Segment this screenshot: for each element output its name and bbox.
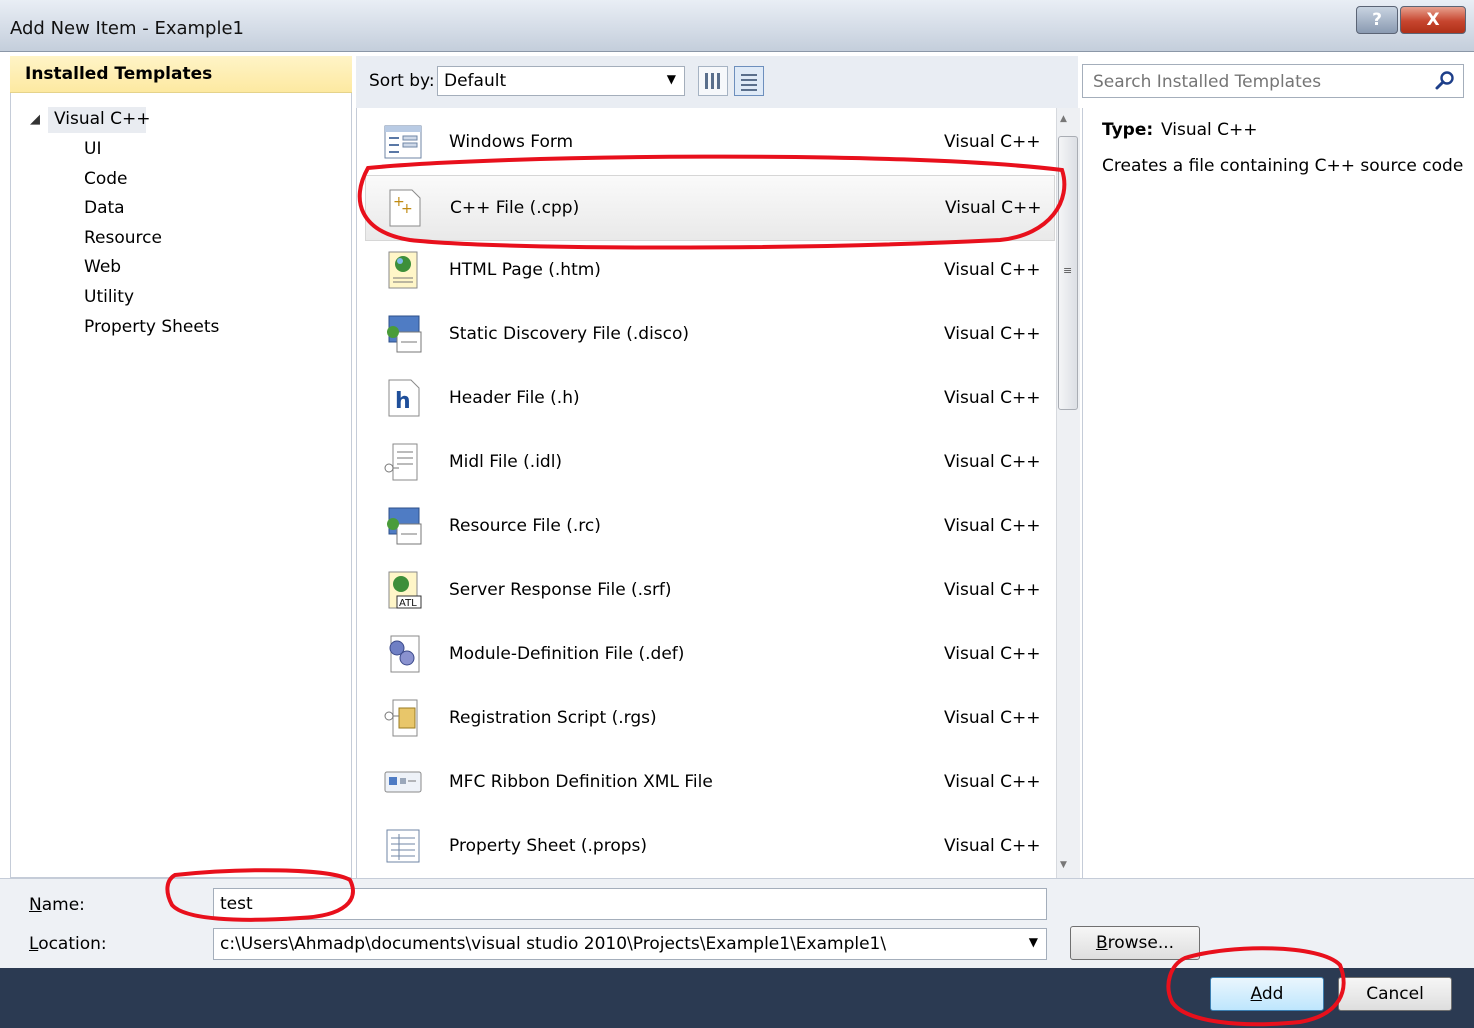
- tree-item-visual-cpp[interactable]: Visual C++: [54, 109, 151, 129]
- property-sheet-icon: [383, 826, 423, 866]
- name-input[interactable]: [213, 888, 1047, 920]
- template-category: Visual C++: [944, 132, 1041, 152]
- template-name: HTML Page (.htm): [449, 260, 601, 280]
- installed-templates-header[interactable]: Installed Templates: [10, 56, 352, 93]
- template-row-header-file[interactable]: h Header File (.h) Visual C++: [357, 366, 1053, 430]
- template-row-property-sheet[interactable]: Property Sheet (.props) Visual C++: [357, 814, 1053, 878]
- template-description: Creates a file containing C++ source cod…: [1102, 156, 1464, 176]
- location-value: c:\Users\Ahmadp\documents\visual studio …: [220, 934, 887, 954]
- sort-by-dropdown[interactable]: Default ▼: [437, 66, 685, 96]
- template-category: Visual C++: [944, 580, 1041, 600]
- sort-by-value: Default: [444, 71, 507, 91]
- dropdown-arrow-icon: ▼: [666, 72, 676, 86]
- template-category: Visual C++: [944, 644, 1041, 664]
- template-name: Windows Form: [449, 132, 574, 152]
- tree-item-code[interactable]: Code: [84, 169, 128, 189]
- tree-item-ui[interactable]: UI: [84, 139, 101, 159]
- svg-text:+: +: [401, 201, 413, 217]
- def-file-icon: [383, 634, 423, 674]
- dropdown-arrow-icon: ▼: [1028, 935, 1038, 949]
- ribbon-xml-icon: [383, 762, 423, 802]
- html-page-icon: [383, 250, 423, 290]
- template-name: Property Sheet (.props): [449, 836, 648, 856]
- search-icon[interactable]: [1434, 70, 1456, 97]
- template-name: Module-Definition File (.def): [449, 644, 685, 664]
- tree-item-data[interactable]: Data: [84, 198, 125, 218]
- template-category: Visual C++: [944, 836, 1041, 856]
- template-category: Visual C++: [944, 324, 1041, 344]
- window-title: Add New Item - Example1: [10, 18, 245, 39]
- template-name: Header File (.h): [449, 388, 580, 408]
- template-row-cpp-file[interactable]: + + C++ File (.cpp) Visual C++: [365, 175, 1055, 241]
- type-label: Type:: [1102, 120, 1154, 140]
- details-view-button[interactable]: [734, 66, 764, 96]
- template-category: Visual C++: [944, 772, 1041, 792]
- medium-icons-view-button[interactable]: [698, 66, 728, 96]
- header-file-icon: h: [383, 378, 423, 418]
- template-category: Visual C++: [944, 388, 1041, 408]
- template-row-midl-file[interactable]: Midl File (.idl) Visual C++: [357, 430, 1053, 494]
- scroll-down-icon[interactable]: ▼: [1060, 860, 1067, 870]
- template-row-ribbon-xml[interactable]: MFC Ribbon Definition XML File Visual C+…: [357, 750, 1053, 814]
- template-row-rgs-script[interactable]: Registration Script (.rgs) Visual C++: [357, 686, 1053, 750]
- collapse-triangle-icon[interactable]: ◢: [30, 112, 40, 127]
- template-row-disco-file[interactable]: Static Discovery File (.disco) Visual C+…: [357, 302, 1053, 366]
- search-box[interactable]: [1082, 64, 1464, 99]
- template-row-def-file[interactable]: Module-Definition File (.def) Visual C++: [357, 622, 1053, 686]
- template-details-panel: [1082, 108, 1464, 878]
- midl-file-icon: [383, 442, 423, 482]
- name-label: Name:: [29, 895, 85, 915]
- tree-item-property-sheets[interactable]: Property Sheets: [84, 317, 219, 337]
- svg-text:ATL: ATL: [399, 598, 417, 609]
- tree-item-web[interactable]: Web: [84, 257, 121, 277]
- windows-form-icon: [383, 122, 423, 162]
- template-row-windows-form[interactable]: Windows Form Visual C++: [357, 110, 1053, 174]
- search-input[interactable]: [1083, 65, 1435, 99]
- browse-button[interactable]: Browse...: [1070, 926, 1200, 960]
- tree-item-resource[interactable]: Resource: [84, 228, 162, 248]
- svg-text:h: h: [395, 389, 411, 414]
- close-button[interactable]: X: [1400, 6, 1466, 34]
- template-name: MFC Ribbon Definition XML File: [449, 772, 713, 792]
- tree-item-utility[interactable]: Utility: [84, 287, 134, 307]
- srf-file-icon: ATL: [383, 570, 423, 610]
- disco-file-icon: [383, 314, 423, 354]
- add-button[interactable]: Add: [1210, 977, 1324, 1011]
- template-name: C++ File (.cpp): [450, 198, 580, 218]
- template-name: Server Response File (.srf): [449, 580, 672, 600]
- template-categories-panel: [10, 56, 352, 878]
- type-value: Visual C++: [1161, 120, 1258, 140]
- cancel-button[interactable]: Cancel: [1338, 977, 1452, 1011]
- template-category: Visual C++: [944, 708, 1041, 728]
- template-row-resource-file[interactable]: Resource File (.rc) Visual C++: [357, 494, 1053, 558]
- scroll-up-icon[interactable]: ▲: [1060, 114, 1067, 124]
- template-category: Visual C++: [944, 452, 1041, 472]
- template-name: Resource File (.rc): [449, 516, 601, 536]
- template-category: Visual C++: [944, 260, 1041, 280]
- template-row-html-page[interactable]: HTML Page (.htm) Visual C++: [357, 238, 1053, 302]
- installed-templates-label: Installed Templates: [25, 64, 213, 84]
- template-name: Registration Script (.rgs): [449, 708, 657, 728]
- sort-by-label: Sort by:: [369, 71, 435, 91]
- template-name: Midl File (.idl): [449, 452, 563, 472]
- template-category: Visual C++: [944, 516, 1041, 536]
- location-dropdown[interactable]: c:\Users\Ahmadp\documents\visual studio …: [213, 928, 1047, 960]
- help-button[interactable]: ?: [1356, 6, 1398, 34]
- resource-file-icon: [383, 506, 423, 546]
- rgs-file-icon: [383, 698, 423, 738]
- template-category: Visual C++: [945, 198, 1042, 218]
- grip-icon: ≡: [1063, 264, 1073, 277]
- template-list: Windows Form Visual C++ + + C++ File (.cp…: [356, 108, 1056, 878]
- location-label: Location:: [29, 934, 107, 954]
- template-name: Static Discovery File (.disco): [449, 324, 690, 344]
- cpp-file-icon: + +: [384, 188, 424, 228]
- template-row-srf-file[interactable]: ATL Server Response File (.srf) Visual C…: [357, 558, 1053, 622]
